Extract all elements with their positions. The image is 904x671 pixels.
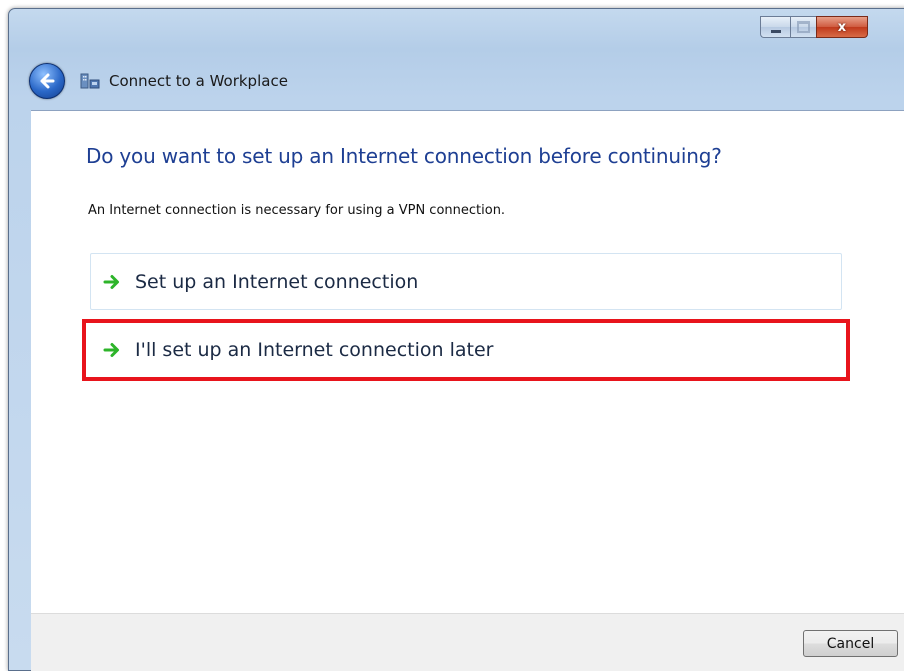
close-button[interactable]: x	[816, 16, 868, 38]
window-title: Connect to a Workplace	[109, 72, 288, 90]
option-label: Set up an Internet connection	[135, 270, 419, 293]
cancel-button[interactable]: Cancel	[803, 630, 898, 657]
option-label: I'll set up an Internet connection later	[135, 339, 494, 361]
minimize-icon	[770, 29, 781, 33]
option-setup-internet[interactable]: Set up an Internet connection	[90, 253, 842, 310]
green-arrow-icon	[103, 343, 119, 357]
green-arrow-icon	[103, 274, 119, 289]
caption-controls: x	[760, 16, 904, 40]
option-setup-later[interactable]: I'll set up an Internet connection later	[82, 319, 850, 381]
close-icon: x	[837, 19, 847, 35]
navigation-bar: Connect to a Workplace	[29, 63, 429, 99]
maximize-button[interactable]	[790, 16, 816, 38]
dialog-window: x Connect to a Workplace Do you want to …	[8, 8, 904, 671]
footer-bar: Cancel	[31, 613, 904, 671]
back-arrow-icon	[40, 73, 55, 89]
wizard-content: Do you want to set up an Internet connec…	[31, 110, 904, 614]
workplace-network-icon	[80, 73, 100, 89]
maximize-icon	[797, 21, 810, 33]
minimize-button[interactable]	[760, 16, 790, 38]
page-description: An Internet connection is necessary for …	[88, 203, 506, 218]
back-button[interactable]	[29, 63, 65, 99]
page-heading: Do you want to set up an Internet connec…	[86, 144, 722, 168]
